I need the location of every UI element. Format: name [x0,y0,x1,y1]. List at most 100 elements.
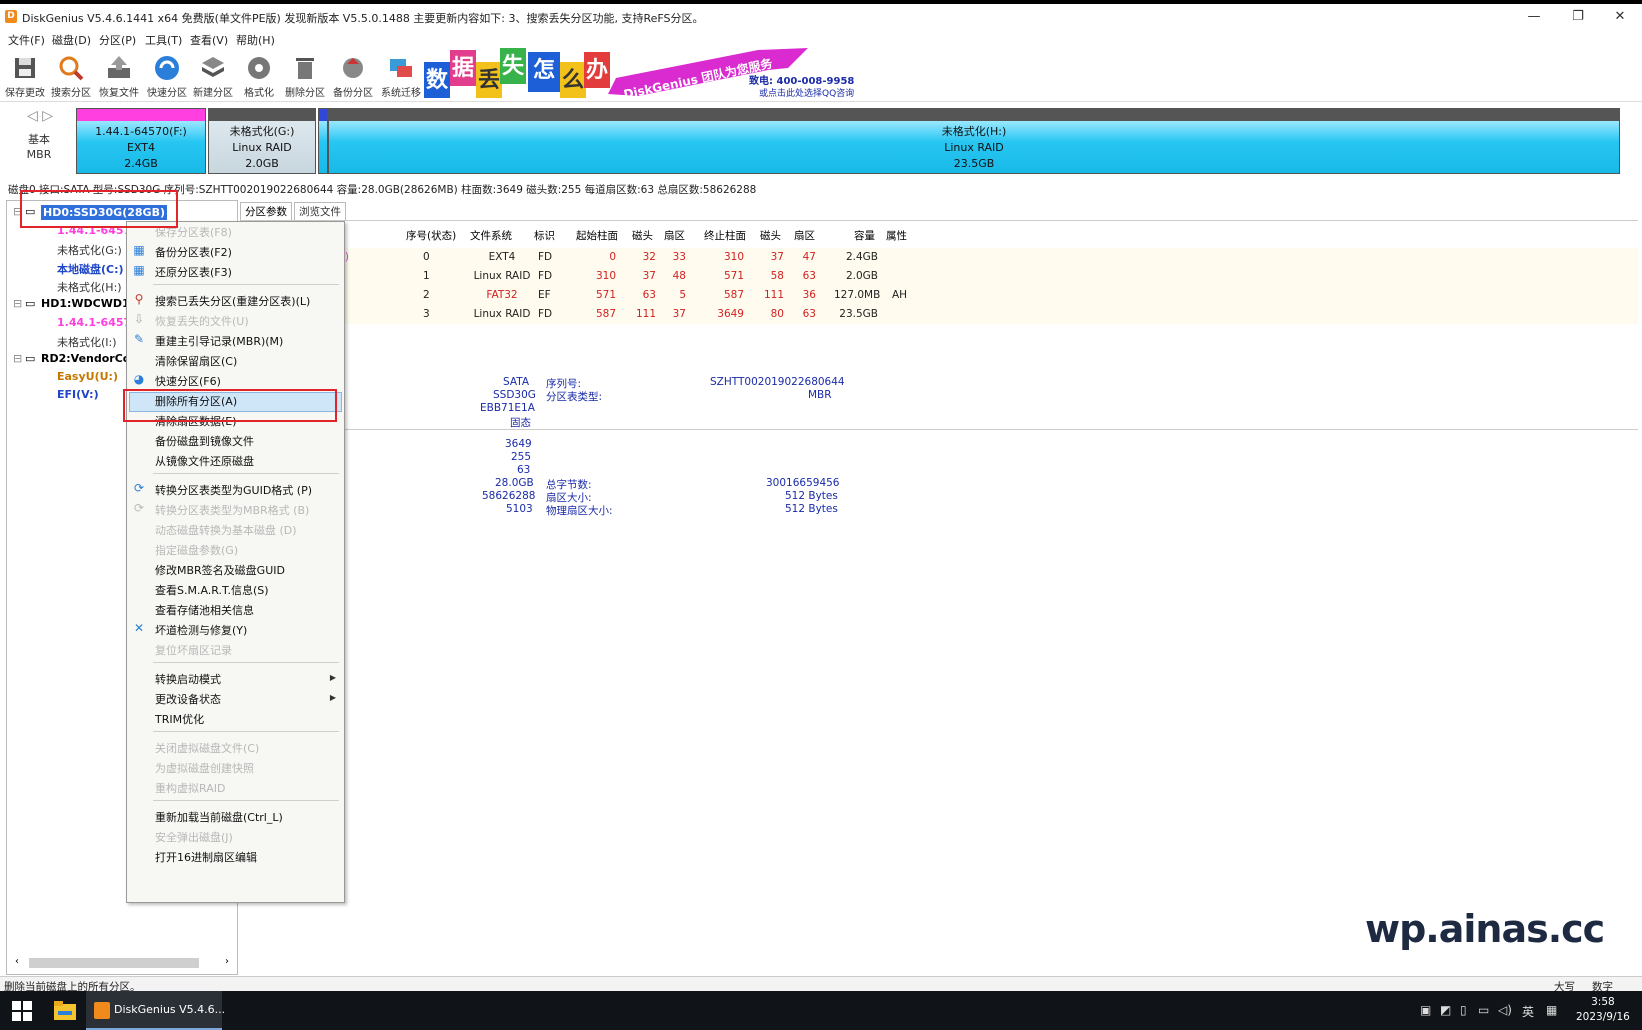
table-cell: AH [892,289,908,301]
context-menu-item[interactable]: 修改MBR签名及磁盘GUID [155,562,285,578]
col-header-attr: 属性 [886,230,907,242]
banner-phone: 致电: 400-008-9958 [749,76,855,87]
table-cell: 587 [595,308,616,320]
partition-block-g[interactable]: 未格式化(G:) Linux RAID 2.0GB [208,108,316,174]
banner-char: 失 [500,48,526,84]
banner-char: 数 [424,62,450,98]
close-button[interactable]: ✕ [1600,6,1640,28]
menu-disk[interactable]: 磁盘(D) [52,32,91,48]
tree-horizontal-scrollbar[interactable]: ‹ › [15,956,229,970]
tray-volume-icon[interactable]: ◁) [1498,1003,1512,1017]
windows-start-icon[interactable] [12,1001,32,1021]
scroll-left-icon[interactable]: ‹ [15,956,19,967]
context-menu-item[interactable]: 打开16进制扇区编辑 [155,849,257,865]
table-cell: 2 [423,289,430,301]
context-menu-item[interactable]: 快速分区(F6) [155,373,221,389]
table-cell: 36 [802,289,816,301]
tray-color-icon[interactable]: ◩ [1440,1003,1451,1017]
table-cell: FD [538,251,553,263]
context-menu-item[interactable]: 备份分区表(F2) [155,244,232,260]
context-menu-item[interactable]: 更改设备状态 [155,691,221,707]
tree-expander[interactable]: ⊟ [13,297,22,310]
backup-partition-button[interactable]: 备份分区 [328,50,378,100]
context-menu-item[interactable]: 坏道检测与修复(Y) [155,622,247,638]
tray-app-icon[interactable]: ▣ [1420,1003,1431,1017]
tree-item-hd1[interactable]: HD1:WDCWD1( [41,297,135,310]
table-row[interactable] [240,305,1638,324]
save-changes-button[interactable]: 保存更改 [0,50,50,100]
disk-nav-arrows[interactable]: ◁ ▷ [27,108,53,124]
tab-browse-files[interactable]: 浏览文件 [294,202,346,220]
menu-help[interactable]: 帮助(H) [236,32,275,48]
tree-item-hd0-c[interactable]: 本地磁盘(C:) [57,261,124,277]
new-partition-button[interactable]: 新建分区 [188,50,238,100]
table-row[interactable] [240,286,1638,305]
taskbar-clock[interactable]: 3:58 2023/9/16 [1576,995,1630,1025]
format-button[interactable]: 格式化 [234,50,284,100]
context-menu-item[interactable]: 清除保留扇区(C) [155,353,237,369]
menu-partition[interactable]: 分区(P) [99,32,136,48]
recover-files-button[interactable]: 恢复文件 [94,50,144,100]
context-menu-item[interactable]: 备份磁盘到镜像文件 [155,433,254,449]
tree-item-hd1-i[interactable]: 未格式化(I:) [57,334,117,350]
system-migration-button[interactable]: 系统迁移 [376,50,426,100]
col-header-end-head: 磁头 [760,230,781,242]
scrollbar-thumb[interactable] [29,958,199,968]
table-cell: 111 [635,308,656,320]
taskbar-diskgenius-app[interactable]: DiskGenius V5.4.6... [86,991,225,1030]
backup-icon [343,58,363,78]
taskbar: DiskGenius V5.4.6... ▣ ◩ ▯ ▭ ◁) 英 ▦ 3:58… [0,991,1642,1030]
title-bar: D DiskGenius V5.4.6.1441 x64 免费版(单文件PE版)… [0,4,1642,30]
context-menu-item[interactable]: 查看S.M.A.R.T.信息(S) [155,582,269,598]
detail-total-sectors: 58626288 [482,490,536,502]
context-menu-item[interactable]: 从镜像文件还原磁盘 [155,453,254,469]
scroll-right-icon[interactable]: › [225,956,229,967]
table-cell: 127.0MB [834,289,881,301]
table-row[interactable] [240,267,1638,286]
tree-item-hd0-g[interactable]: 未格式化(G:) [57,242,122,258]
tree-item-rd2-v[interactable]: EFI(V:) [57,388,99,401]
restore-table-icon: ▦ [133,263,145,277]
table-cell: Linux RAID [473,270,531,282]
tree-item-rd2-u[interactable]: EasyU(U:) [57,370,118,383]
menu-view[interactable]: 查看(V) [190,32,228,48]
menu-tools[interactable]: 工具(T) [145,32,182,48]
search-partition-button[interactable]: 搜索分区 [46,50,96,100]
tray-ime-indicator[interactable]: 英 [1522,1003,1534,1020]
partition-block-f[interactable]: 1.44.1-64570(F:) EXT4 2.4GB [76,108,206,174]
context-menu-item[interactable]: TRIM优化 [155,711,204,727]
context-menu-item[interactable]: 还原分区表(F3) [155,264,232,280]
promo-banner[interactable]: 数 据 丢 失 怎 么 办 DiskGenius 团队为您服务 致电: 400-… [424,48,855,102]
context-menu-item[interactable]: 重新加载当前磁盘(Ctrl_L) [155,809,283,825]
tree-expander[interactable]: ⊟ [13,352,22,365]
context-menu-item[interactable]: 转换启动模式 [155,671,221,687]
minimize-button[interactable]: — [1514,6,1554,28]
context-menu-item: 关闭虚拟磁盘文件(C) [155,742,260,755]
tray-keyboard-icon[interactable]: ▦ [1546,1003,1557,1017]
col-header-start-cyl: 起始柱面 [576,230,618,242]
context-menu-item[interactable]: 查看存储池相关信息 [155,602,254,618]
convert-icon: ⟳ [133,481,145,495]
banner-qq-link[interactable]: 或点击此处选择QQ咨询 [759,86,854,99]
rebuild-mbr-icon: ✎ [133,332,145,346]
menu-file[interactable]: 文件(F) [8,32,45,48]
quick-partition-button[interactable]: 快速分区 [142,50,192,100]
context-menu-item[interactable]: 转换分区表类型为GUID格式 (P) [155,482,312,498]
table-row[interactable] [240,248,1638,267]
tray-usb-icon[interactable]: ▯ [1460,1003,1467,1017]
tree-item-hd0-h[interactable]: 未格式化(H:) [57,279,122,295]
repair-tools-icon: ✕ [133,621,145,635]
recover-icon: ⇩ [133,312,145,326]
partition-block-efi[interactable] [318,108,328,174]
tree-item-rd2[interactable]: RD2:VendorCo [41,352,130,365]
tray-network-icon[interactable]: ▭ [1478,1003,1489,1017]
table-cell: 63 [802,270,816,282]
tab-partition-params[interactable]: 分区参数 [240,202,292,220]
tree-item-hd1-partition[interactable]: 1.44.1-6457 [57,316,131,329]
context-menu-item[interactable]: 搜索已丢失分区(重建分区表)(L) [155,293,310,309]
file-explorer-icon[interactable] [54,1001,76,1021]
restore-button[interactable]: ❐ [1558,6,1598,28]
context-menu-item[interactable]: 重建主引导记录(MBR)(M) [155,333,283,349]
delete-partition-button[interactable]: 删除分区 [280,50,330,100]
partition-block-h[interactable]: 未格式化(H:) Linux RAID 23.5GB [328,108,1620,174]
